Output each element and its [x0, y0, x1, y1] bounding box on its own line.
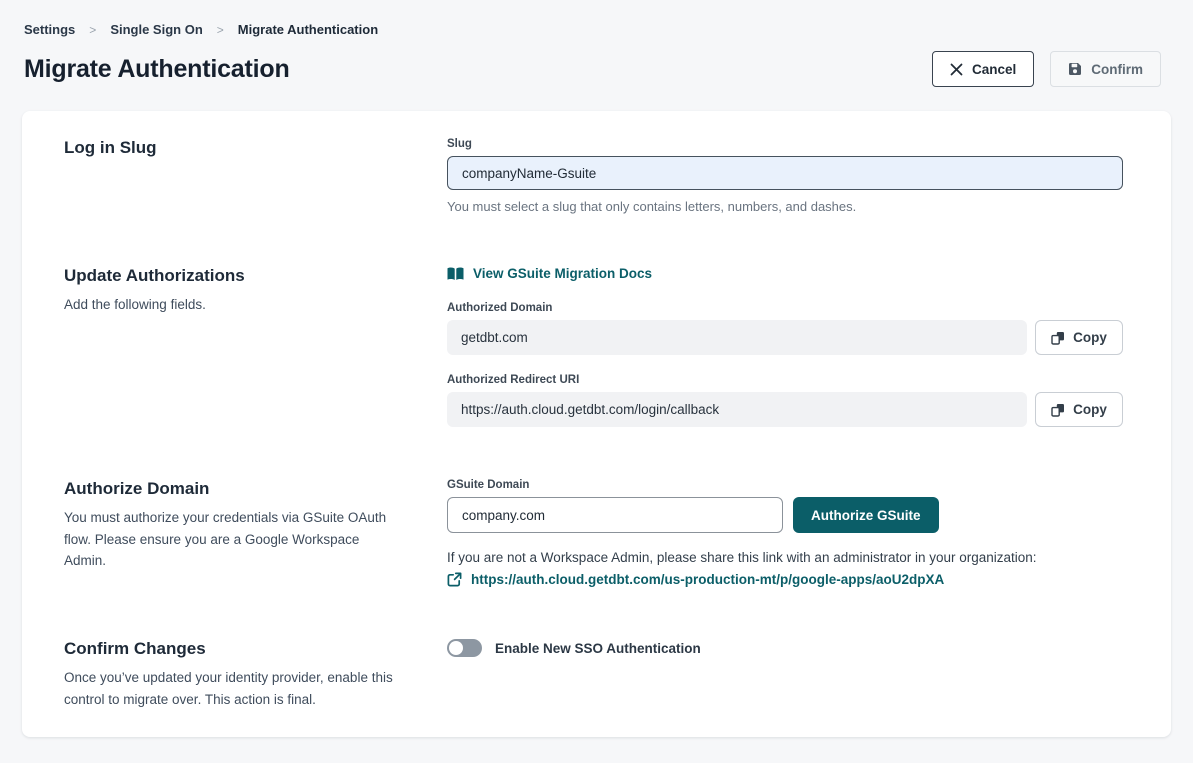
section-update-authorizations: Update Authorizations Add the following … — [64, 266, 1123, 427]
book-icon — [447, 267, 464, 281]
settings-card: Log in Slug Slug You must select a slug … — [22, 111, 1171, 737]
save-icon — [1068, 62, 1082, 76]
section-authorize-domain: Authorize Domain You must authorize your… — [64, 479, 1123, 587]
close-icon — [950, 63, 963, 76]
breadcrumb-single-sign-on[interactable]: Single Sign On — [110, 22, 202, 37]
copy-redirect-uri-button[interactable]: Copy — [1035, 392, 1123, 427]
slug-helper-text: You must select a slug that only contain… — [447, 199, 1123, 214]
copy-button-label: Copy — [1073, 402, 1107, 417]
redirect-uri-value: https://auth.cloud.getdbt.com/login/call… — [447, 392, 1027, 427]
authorize-gsuite-button[interactable]: Authorize GSuite — [793, 497, 939, 533]
update-authorizations-heading: Update Authorizations — [64, 266, 407, 286]
authorize-domain-heading: Authorize Domain — [64, 479, 407, 499]
copy-icon — [1051, 331, 1065, 345]
breadcrumb: Settings > Single Sign On > Migrate Auth… — [24, 22, 1161, 37]
section-login-slug: Log in Slug Slug You must select a slug … — [64, 138, 1123, 214]
redirect-uri-label: Authorized Redirect URI — [447, 374, 1123, 386]
breadcrumb-migrate-authentication: Migrate Authentication — [238, 22, 378, 37]
authorized-domain-value: getdbt.com — [447, 320, 1027, 355]
confirm-changes-description: Once you’ve updated your identity provid… — [64, 667, 394, 710]
header-actions: Cancel Confirm — [932, 51, 1161, 87]
enable-sso-toggle[interactable] — [447, 639, 482, 657]
section-confirm-changes: Confirm Changes Once you’ve updated your… — [64, 639, 1123, 710]
authorize-domain-description: You must authorize your credentials via … — [64, 507, 394, 572]
login-slug-heading: Log in Slug — [64, 138, 407, 158]
authorized-domain-label: Authorized Domain — [447, 302, 1123, 314]
update-authorizations-description: Add the following fields. — [64, 294, 394, 316]
enable-sso-toggle-label: Enable New SSO Authentication — [495, 641, 701, 656]
breadcrumb-separator-icon: > — [89, 23, 96, 37]
confirm-button[interactable]: Confirm — [1050, 51, 1161, 87]
cancel-button-label: Cancel — [972, 62, 1016, 77]
slug-label: Slug — [447, 138, 1123, 150]
confirm-changes-heading: Confirm Changes — [64, 639, 407, 659]
page-header: Settings > Single Sign On > Migrate Auth… — [0, 0, 1193, 87]
workspace-admin-note: If you are not a Workspace Admin, please… — [447, 550, 1123, 565]
cancel-button[interactable]: Cancel — [932, 51, 1034, 87]
share-link-row: https://auth.cloud.getdbt.com/us-product… — [447, 572, 1123, 587]
copy-button-label: Copy — [1073, 330, 1107, 345]
breadcrumb-settings[interactable]: Settings — [24, 22, 75, 37]
copy-icon — [1051, 403, 1065, 417]
copy-authorized-domain-button[interactable]: Copy — [1035, 320, 1123, 355]
admin-share-link[interactable]: https://auth.cloud.getdbt.com/us-product… — [471, 572, 944, 587]
gsuite-migration-docs-link[interactable]: View GSuite Migration Docs — [447, 266, 652, 281]
confirm-button-label: Confirm — [1091, 62, 1143, 77]
gsuite-migration-docs-link-label: View GSuite Migration Docs — [473, 266, 652, 281]
external-link-icon — [447, 572, 462, 587]
toggle-knob — [449, 641, 463, 655]
page-title: Migrate Authentication — [24, 55, 290, 84]
slug-input[interactable] — [447, 156, 1123, 190]
gsuite-domain-label: GSuite Domain — [447, 479, 1123, 491]
breadcrumb-separator-icon: > — [217, 23, 224, 37]
gsuite-domain-input[interactable] — [447, 497, 783, 533]
